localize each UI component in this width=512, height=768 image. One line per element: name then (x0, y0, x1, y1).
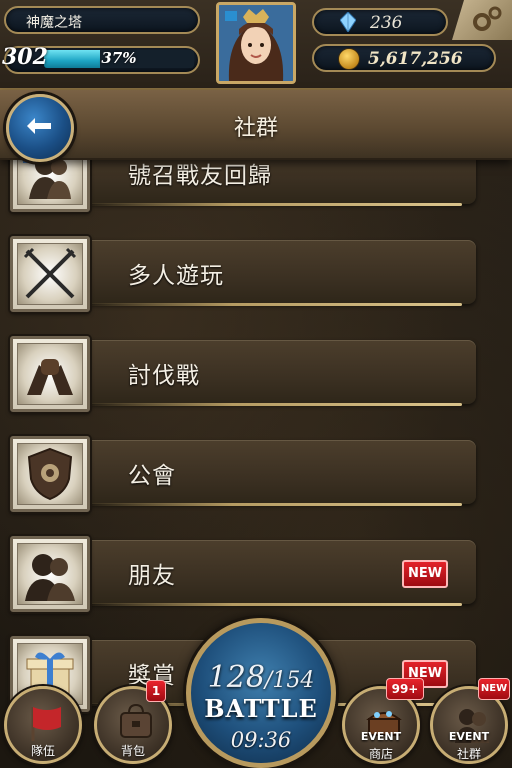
nav-team-label: 隊伍 (30, 744, 55, 758)
gem-count: 236 (370, 13, 403, 33)
battle-label: BATTLE (204, 694, 318, 723)
menu-item-bar[interactable] (50, 240, 476, 306)
page-title: 社群 (233, 116, 278, 141)
stage-name-plate: 神魔之塔 (4, 6, 200, 34)
gold-count: 5,617,256 (368, 49, 463, 69)
social-event-label: EVENT (448, 730, 490, 743)
nav-social-label: 社群 (456, 747, 481, 761)
avatar-portrait-icon (219, 5, 293, 81)
backpack-icon (120, 703, 152, 738)
menu-item-label: 朋友 (128, 563, 176, 589)
nav-bag-label: 背包 (120, 744, 145, 758)
menu-item-label: 討伐戰 (128, 363, 200, 389)
crossed-swords-icon (10, 236, 90, 312)
stamina-max: /154 (264, 668, 315, 693)
menu-item-raid[interactable]: 討伐戰 (10, 336, 476, 414)
stamina-readout: 128/154 (186, 660, 336, 695)
gold-coin-icon (338, 48, 360, 70)
back-arrow-icon (27, 118, 51, 134)
menu-item-label: 多人遊玩 (128, 263, 224, 289)
social-new-badge: NEW (478, 678, 510, 700)
back-button[interactable] (6, 94, 74, 162)
shop-count-badge: 99+ (386, 678, 424, 700)
bag-count-badge: 1 (146, 680, 166, 702)
stage-name: 神魔之塔 (26, 15, 82, 31)
gear-icon (473, 6, 502, 31)
stamina-timer: 09:36 (230, 728, 292, 752)
new-badge: NEW (402, 560, 448, 588)
guild-shield-icon (10, 436, 90, 512)
menu-item-label: 號召戰友回歸 (128, 163, 272, 189)
magic-stone-icon (340, 12, 356, 32)
menu-item-bar[interactable] (50, 340, 476, 406)
friends-silhouette-icon (10, 536, 90, 612)
nav-shop-label: 商店 (368, 747, 393, 761)
menu-item-guild[interactable]: 公會 (10, 436, 476, 514)
shop-event-label: EVENT (360, 730, 402, 743)
menu-item-multiplayer[interactable]: 多人遊玩 (10, 236, 476, 314)
menu-item-label: 公會 (128, 463, 176, 489)
player-level: 302 (2, 44, 48, 70)
red-flag-icon (31, 707, 61, 741)
clasped-arms-icon (10, 336, 90, 412)
xp-percent: 37% (101, 49, 137, 67)
menu-item-bar[interactable] (50, 440, 476, 506)
menu-item-friends[interactable]: 朋友 NEW (10, 536, 476, 614)
stamina-current: 128 (207, 660, 265, 695)
player-avatar[interactable] (216, 2, 296, 84)
